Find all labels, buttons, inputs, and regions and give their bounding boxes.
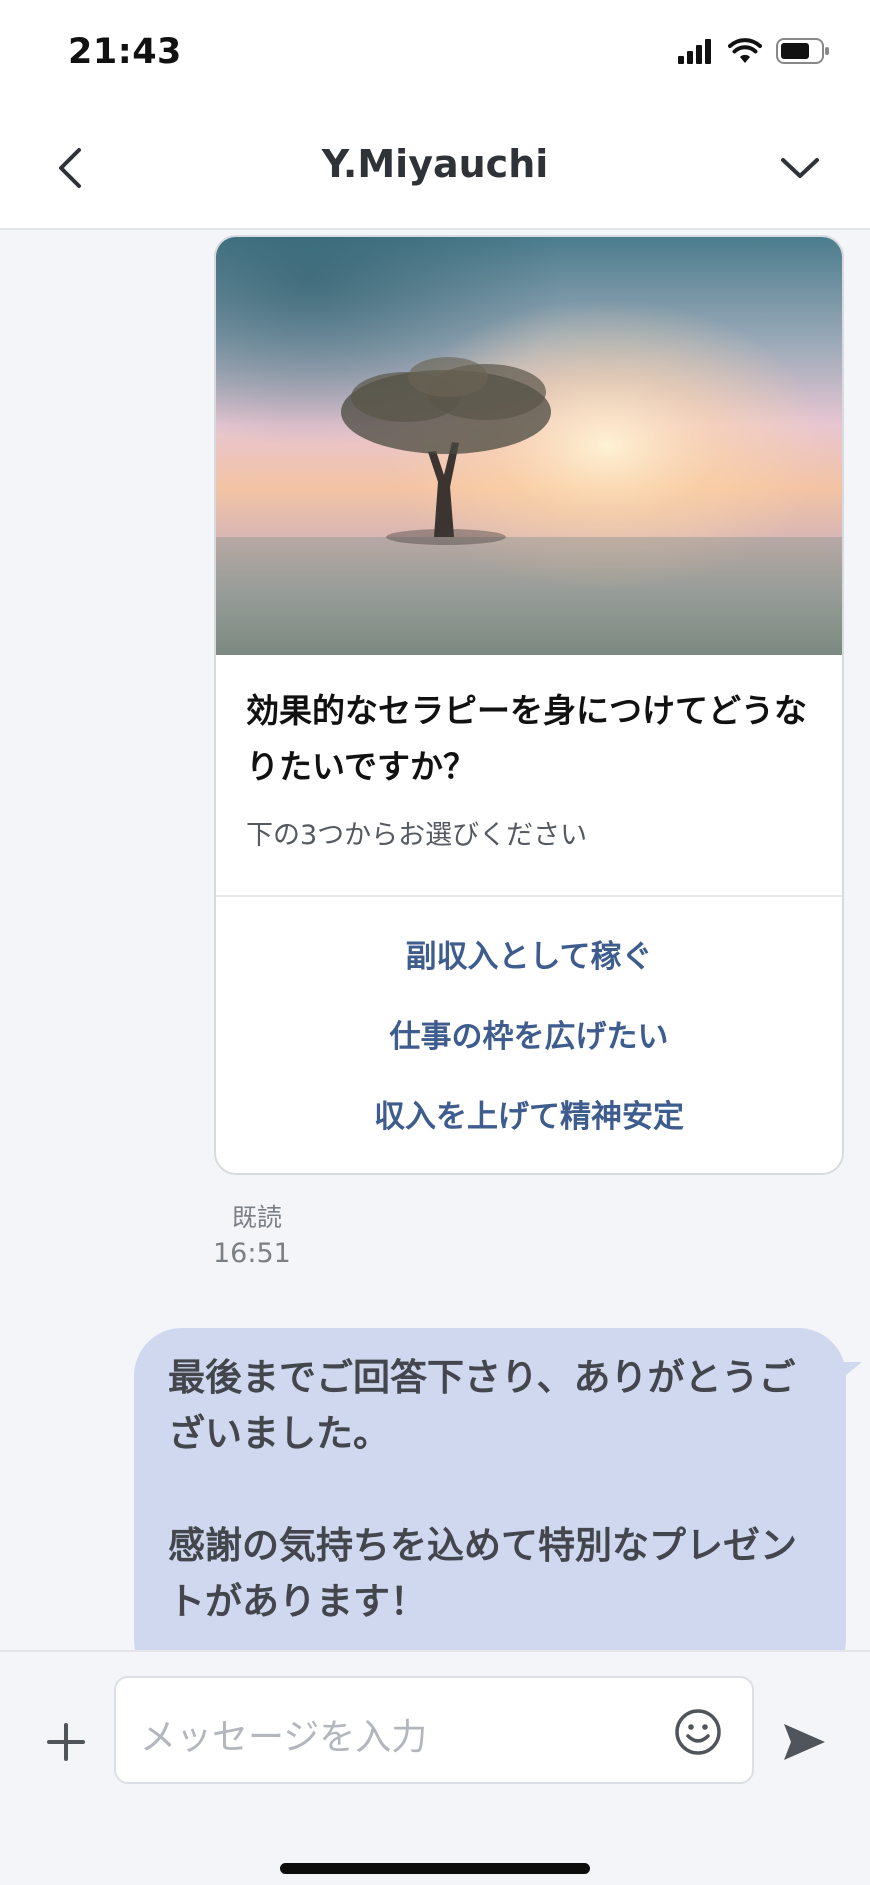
chat-header: Y.Miyauchi [0, 110, 870, 230]
card-image [216, 237, 842, 655]
chat-title: Y.Miyauchi [321, 142, 549, 186]
card-divider [216, 895, 842, 897]
message-input[interactable]: メッセージを入力 [114, 1676, 754, 1784]
card-action-side-income[interactable]: 副収入として稼ぐ [216, 931, 842, 976]
message-input-placeholder: メッセージを入力 [140, 1717, 428, 1758]
plus-icon [46, 1722, 86, 1766]
card-body: 効果的なセラピーを身につけてどうなりたいですか？ 下の3つからお選びください [216, 655, 842, 852]
card-action-expand-work[interactable]: 仕事の枠を広げたい [216, 1011, 842, 1056]
smiley-icon[interactable] [674, 1708, 722, 1756]
signal-icon [678, 38, 714, 68]
status-bar: 21:43 [0, 0, 870, 110]
plus-button[interactable] [38, 1716, 94, 1772]
battery-icon [776, 38, 830, 68]
chat-area[interactable]: 効果的なセラピーを身につけてどうなりたいですか？ 下の3つからお選びください 副… [0, 230, 870, 1650]
card-action-raise-income[interactable]: 収入を上げて精神安定 [216, 1091, 842, 1136]
status-time: 21:43 [68, 32, 182, 72]
status-icons [678, 38, 830, 68]
bubble-tail [840, 1362, 862, 1380]
outgoing-message-text: 最後までご回答下さり、ありがとうございました。 感謝の気持ちを込めて特別なプレゼ… [168, 1356, 797, 1623]
send-button[interactable] [776, 1716, 832, 1772]
card-subtitle: 下の3つからお選びください [246, 820, 588, 851]
input-bar: メッセージを入力 [0, 1650, 870, 1885]
home-indicator [280, 1863, 590, 1874]
message-card: 効果的なセラピーを身につけてどうなりたいですか？ 下の3つからお選びください 副… [214, 235, 844, 1175]
menu-button[interactable] [770, 140, 830, 200]
tree-sunset-image [216, 237, 842, 655]
message-time: 16:51 [213, 1238, 291, 1269]
send-icon [781, 1721, 827, 1767]
card-title: 効果的なセラピーを身につけてどうなりたいですか？ [246, 691, 807, 786]
outgoing-message-bubble: 最後までご回答下さり、ありがとうございました。 感謝の気持ちを込めて特別なプレゼ… [134, 1328, 846, 1650]
wifi-icon [728, 38, 762, 68]
chevron-down-icon [779, 155, 821, 185]
read-receipt: 既読 [232, 1203, 283, 1232]
